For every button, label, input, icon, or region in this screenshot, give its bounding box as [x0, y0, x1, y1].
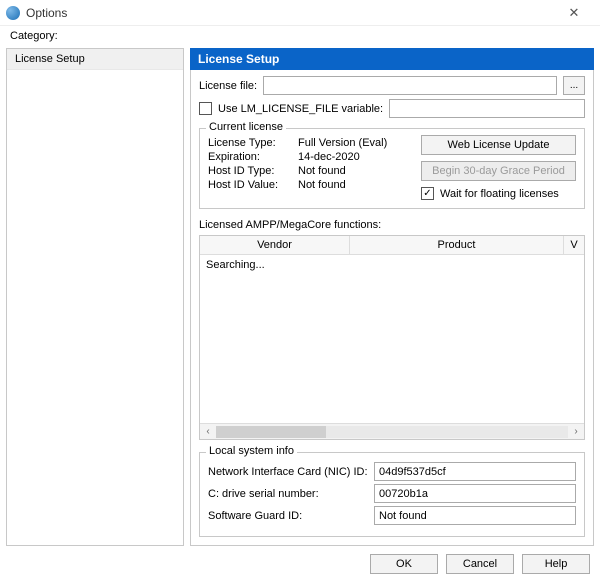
dialog-buttons: OK Cancel Help	[0, 546, 600, 580]
use-env-checkbox[interactable]	[199, 102, 212, 115]
system-info-group: Local system info Network Interface Card…	[199, 452, 585, 537]
app-icon	[6, 6, 20, 20]
host-id-value-label: Host ID Value:	[208, 179, 298, 191]
system-info-group-title: Local system info	[206, 445, 297, 457]
use-env-label: Use LM_LICENSE_FILE variable:	[218, 103, 383, 115]
sidebar-item-license-setup[interactable]: License Setup	[7, 49, 183, 70]
panel-title: License Setup	[190, 48, 594, 70]
column-extra[interactable]: V	[564, 236, 584, 254]
category-label: Category:	[0, 26, 600, 48]
expiration-value: 14-dec-2020	[298, 151, 360, 163]
host-id-type-value: Not found	[298, 165, 346, 177]
nic-id-label: Network Interface Card (NIC) ID:	[208, 466, 368, 478]
cdrive-serial-input[interactable]	[374, 484, 576, 503]
license-file-label: License file:	[199, 80, 257, 92]
cancel-button[interactable]: Cancel	[446, 554, 514, 574]
wait-floating-label: Wait for floating licenses	[440, 188, 559, 200]
wait-floating-checkbox[interactable]	[421, 187, 434, 200]
functions-list-body: Searching...	[200, 255, 584, 423]
scroll-left-icon[interactable]: ‹	[200, 425, 216, 439]
scroll-right-icon[interactable]: ›	[568, 425, 584, 439]
column-vendor[interactable]: Vendor	[200, 236, 350, 254]
window-title: Options	[26, 6, 554, 20]
close-icon[interactable]: ✕	[554, 5, 594, 21]
horizontal-scrollbar[interactable]: ‹ ›	[200, 423, 584, 439]
license-setup-panel: License Setup License file: ... Use LM_L…	[190, 48, 594, 546]
current-license-group: Current license License Type: Full Versi…	[199, 128, 585, 209]
functions-section-label: Licensed AMPP/MegaCore functions:	[199, 219, 585, 231]
cdrive-serial-label: C: drive serial number:	[208, 488, 368, 500]
column-product[interactable]: Product	[350, 236, 564, 254]
functions-list[interactable]: Vendor Product V Searching... ‹ ›	[199, 235, 585, 440]
host-id-value-value: Not found	[298, 179, 346, 191]
web-license-update-button[interactable]: Web License Update	[421, 135, 576, 155]
software-guard-label: Software Guard ID:	[208, 510, 368, 522]
license-type-label: License Type:	[208, 137, 298, 149]
help-button[interactable]: Help	[522, 554, 590, 574]
browse-button[interactable]: ...	[563, 76, 585, 95]
license-file-input[interactable]	[263, 76, 557, 95]
nic-id-input[interactable]	[374, 462, 576, 481]
current-license-group-title: Current license	[206, 121, 286, 133]
ok-button[interactable]: OK	[370, 554, 438, 574]
scrollbar-thumb[interactable]	[216, 426, 326, 438]
use-env-input[interactable]	[389, 99, 585, 118]
software-guard-input[interactable]	[374, 506, 576, 525]
sidebar-item-label: License Setup	[15, 53, 85, 65]
ellipsis-icon: ...	[570, 80, 578, 91]
category-tree[interactable]: License Setup	[6, 48, 184, 546]
functions-list-header: Vendor Product V	[200, 236, 584, 255]
expiration-label: Expiration:	[208, 151, 298, 163]
scrollbar-track[interactable]	[216, 426, 568, 438]
functions-status-text: Searching...	[206, 259, 265, 271]
begin-grace-period-button[interactable]: Begin 30-day Grace Period	[421, 161, 576, 181]
titlebar: Options ✕	[0, 0, 600, 26]
license-type-value: Full Version (Eval)	[298, 137, 387, 149]
host-id-type-label: Host ID Type:	[208, 165, 298, 177]
